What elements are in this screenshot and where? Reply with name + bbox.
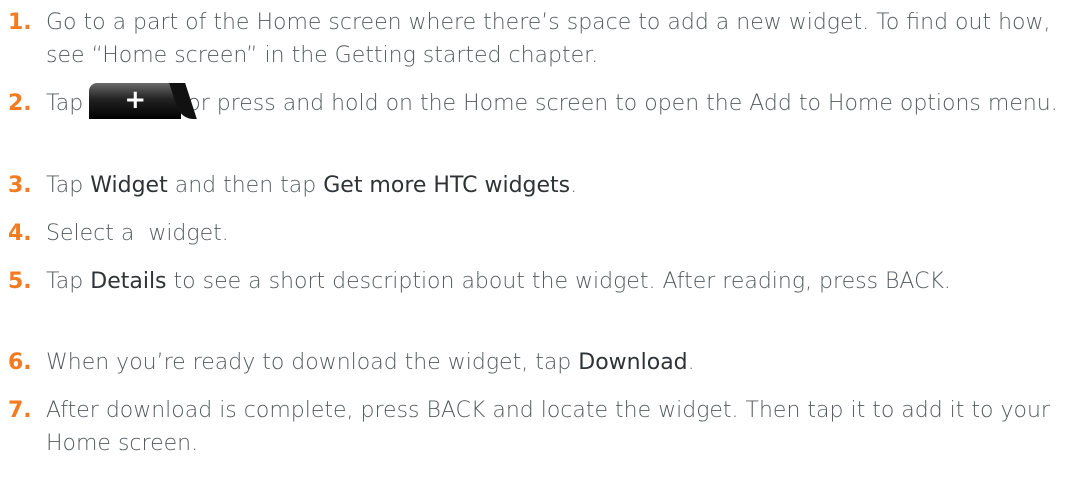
step-text: Tap Widget and then tap Get more HTC wid… <box>8 169 1078 202</box>
step-number: 5. <box>8 269 32 294</box>
step-2: 2. Tap + or press and hold on the Home scr… <box>8 83 1078 120</box>
step-text-after: or press and hold on the Home screen to … <box>187 91 1058 116</box>
step-number: 2. <box>8 91 32 116</box>
step-text: Tap + or press and hold on the Home screen… <box>8 83 1078 120</box>
step-text-before: Tap <box>46 91 84 116</box>
step-4: 4. Select a widget. <box>8 217 1078 250</box>
step-text-after: to see a short description about the wid… <box>173 269 951 294</box>
step-6: 6. When you’re ready to download the wid… <box>8 346 1078 379</box>
step-number: 6. <box>8 350 32 375</box>
step-text-after: . <box>687 350 695 375</box>
step-text: After download is complete, press BACK a… <box>46 398 1050 456</box>
ui-label-get-more-htc-widgets: Get more HTC widgets <box>323 173 571 198</box>
step-text-before: Tap <box>46 173 84 198</box>
step-1: 1. Go to a part of the Home screen where… <box>8 6 1078 72</box>
ui-label-details: Details <box>90 269 167 294</box>
instruction-list: 1. Go to a part of the Home screen where… <box>0 0 1085 500</box>
step-3: 3. Tap Widget and then tap Get more HTC … <box>8 169 1078 202</box>
step-text: Tap Details to see a short description a… <box>8 265 1078 298</box>
step-text-after: . <box>570 173 578 198</box>
step-text: When you’re ready to download the widget… <box>8 346 1078 379</box>
ui-label-download: Download <box>578 350 688 375</box>
step-number: 7. <box>8 398 32 423</box>
step-number: 3. <box>8 173 32 198</box>
add-to-home-button: + <box>89 83 182 119</box>
step-text-before: When you’re ready to download the widget… <box>46 350 572 375</box>
step-number: 1. <box>8 10 32 35</box>
plus-icon: + <box>124 85 147 115</box>
step-7: 7. After download is complete, press BAC… <box>8 394 1078 460</box>
step-text: Select a widget. <box>46 221 229 246</box>
step-text-middle: and then tap <box>174 173 317 198</box>
ui-label-widget: Widget <box>90 173 168 198</box>
step-text: Go to a part of the Home screen where th… <box>46 10 1051 68</box>
step-5: 5. Tap Details to see a short descriptio… <box>8 265 1078 298</box>
step-text-before: Tap <box>46 269 84 294</box>
step-number: 4. <box>8 221 32 246</box>
